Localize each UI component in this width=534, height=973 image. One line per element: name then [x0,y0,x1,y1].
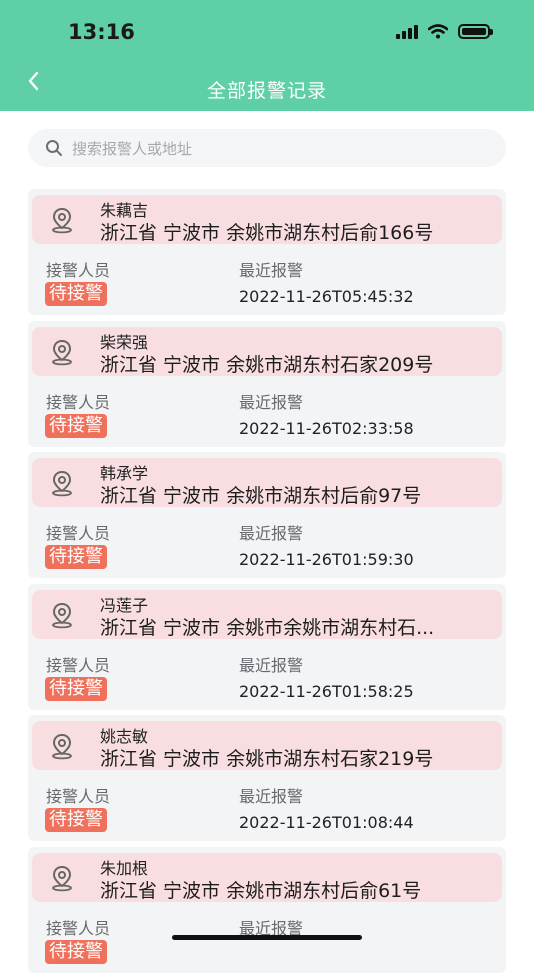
recent-alarm-label: 最近报警 [239,392,304,412]
responder-label: 接警人员 [46,787,111,806]
cellular-signal-icon [396,24,418,39]
recent-alarm-time: 2022-11-26T01:08:44 [239,813,414,832]
responder-label: 接警人员 [46,918,111,938]
responder-label: 接警人员 [46,655,111,675]
search-bar[interactable]: 搜索报警人或地址 [28,129,506,167]
status-bar: 13:16 [0,0,534,62]
search-icon [44,138,64,158]
reporter-address: 浙江省 宁波市 余姚市湖东村后俞166号 [100,222,434,244]
alarm-record-card[interactable]: 姚志敏 浙江省 宁波市 余姚市湖东村石家219号接警人员 最近报警待接警 2022-1… [28,715,506,841]
recent-alarm-time: 2022-11-26T02:33:58 [239,418,414,438]
alarm-record-card[interactable]: 朱藕吉 浙江省 宁波市 余姚市湖东村后俞166号接警人员 最近报警待接警 2022-1… [28,189,506,315]
record-header: 朱加根 浙江省 宁波市 余姚市湖东村后俞61号 [32,852,502,902]
page-title: 全部报警记录 [206,80,327,102]
status-time: 13:16 [68,20,135,44]
location-pin-icon [48,469,76,497]
record-header: 韩承学 浙江省 宁波市 余姚市湖东村后俞97号 [32,458,502,507]
responder-label: 接警人员 [46,524,111,543]
responder-label: 接警人员 [46,261,111,280]
home-indicator [172,935,362,940]
location-pin-icon [48,864,76,892]
record-header: 冯莲子 浙江省 宁波市 余姚市余姚市湖东村石... [32,589,502,639]
recent-alarm-label: 最近报警 [239,655,304,675]
recent-alarm-time: 2022-11-26T01:59:30 [239,550,414,569]
status-badge: 待接警 [45,545,107,569]
record-header: 柴荣强 浙江省 宁波市 余姚市湖东村石家209号 [32,326,502,376]
alarm-record-card[interactable]: 朱加根 浙江省 宁波市 余姚市湖东村后俞61号 接警人员 最近报警 待接警 [28,846,506,973]
wifi-icon [428,24,448,39]
status-badge: 待接警 [45,676,107,701]
reporter-address: 浙江省 宁波市 余姚市湖东村石家219号 [100,748,434,770]
reporter-address: 浙江省 宁波市 余姚市湖东村后俞61号 [100,879,422,902]
status-badge: 待接警 [45,413,107,438]
alarm-record-card[interactable]: 韩承学 浙江省 宁波市 余姚市湖东村后俞97号接警人员 最近报警待接警 2022-11… [28,452,506,578]
battery-icon [458,24,493,39]
record-header: 姚志敏 浙江省 宁波市 余姚市湖东村石家219号 [32,721,502,770]
status-icons [396,24,493,39]
recent-alarm-label: 最近报警 [239,261,304,280]
search-input[interactable]: 搜索报警人或地址 [72,138,192,159]
location-pin-icon [48,206,76,234]
responder-label: 接警人员 [46,392,111,412]
record-header: 朱藕吉 浙江省 宁波市 余姚市湖东村后俞166号 [32,195,502,244]
recent-alarm-label: 最近报警 [239,524,304,543]
status-badge: 待接警 [45,282,107,306]
location-pin-icon [48,732,76,760]
recent-alarm-time: 2022-11-26T05:45:32 [239,287,414,306]
alarm-record-card[interactable]: 冯莲子 浙江省 宁波市 余姚市余姚市湖东村石... 接警人员 最近报警待接警 2022-… [28,583,506,710]
location-pin-icon [48,338,76,366]
app-header: 13:16 全部报警记录 [0,0,534,111]
status-badge: 待接警 [45,939,107,964]
reporter-address: 浙江省 宁波市 余姚市湖东村石家209号 [100,353,434,376]
location-pin-icon [48,601,76,629]
reporter-address: 浙江省 宁波市 余姚市余姚市湖东村石... [100,616,435,639]
recent-alarm-time: 2022-11-26T01:58:25 [239,681,414,701]
reporter-address: 浙江省 宁波市 余姚市湖东村后俞97号 [100,485,422,507]
alarm-record-card[interactable]: 柴荣强 浙江省 宁波市 余姚市湖东村石家209号接警人员 最近报警待接警 2022-1… [28,320,506,447]
status-badge: 待接警 [45,808,107,832]
recent-alarm-label: 最近报警 [239,787,304,806]
